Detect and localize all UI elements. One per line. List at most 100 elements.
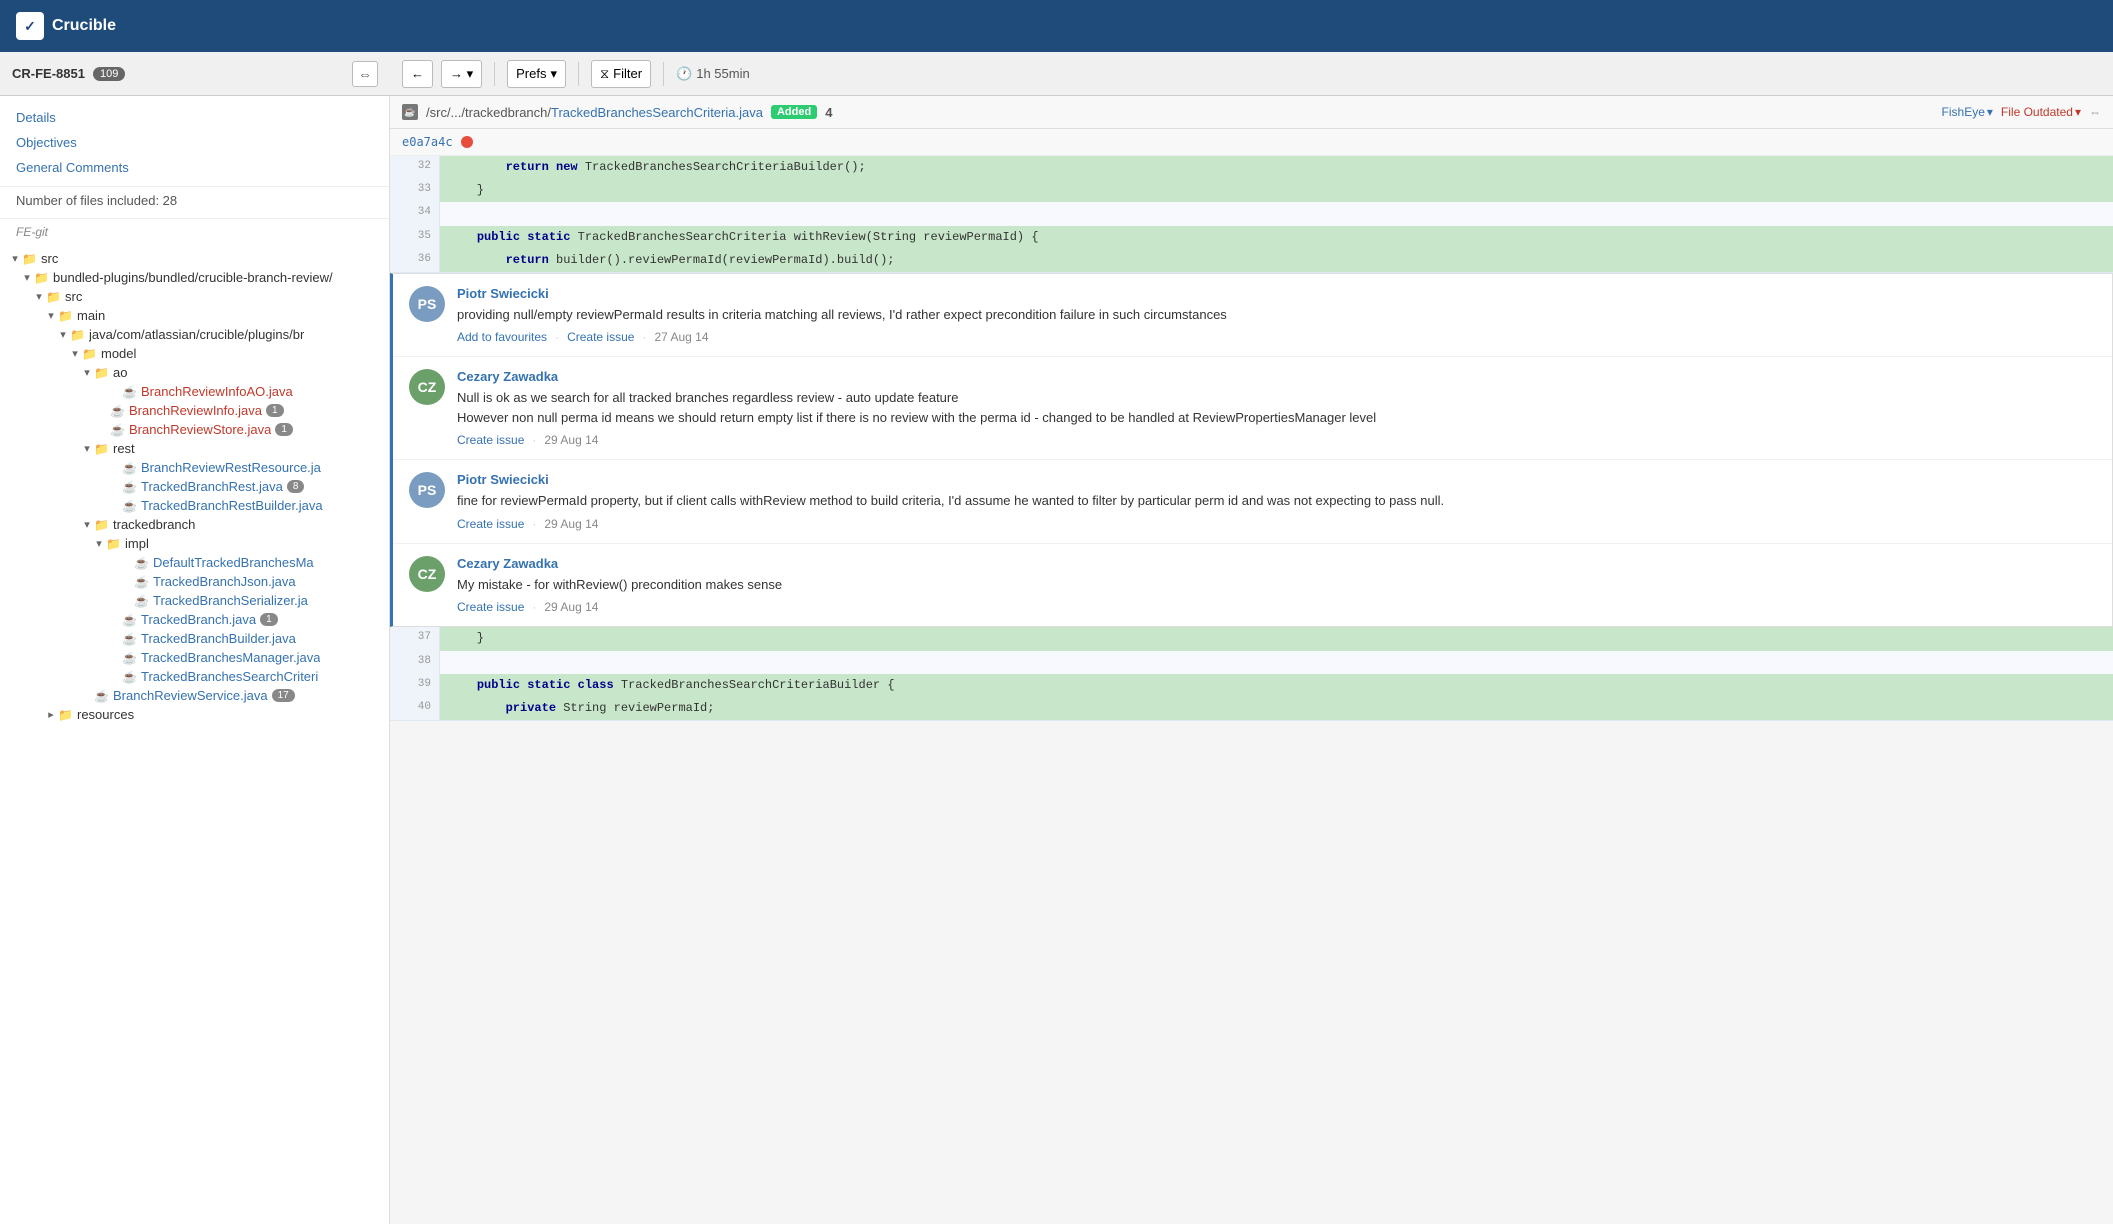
tree-label: bundled-plugins/bundled/crucible-branch-… (53, 270, 333, 285)
line-num: 34 (390, 202, 440, 225)
line-num: 36 (390, 249, 440, 272)
tree-item-branchreviewinfo[interactable]: ☕ BranchReviewInfo.java 1 (0, 401, 389, 420)
compare-button[interactable]: ⇔ (2089, 105, 2101, 119)
tree-item-rest[interactable]: ▾ 📁 rest (0, 439, 389, 458)
file-actions: FishEye ▾ File Outdated ▾ ⇔ (1942, 105, 2101, 119)
avatar: PS (409, 472, 445, 508)
comment-actions: Create issue · 29 Aug 14 (457, 600, 2096, 614)
folder-icon: 📁 (106, 537, 122, 551)
comment-actions: Create issue · 29 Aug 14 (457, 517, 2096, 531)
tree-label: TrackedBranchRest.java (141, 479, 283, 494)
line-num: 35 (390, 226, 440, 249)
comment-author: Cezary Zawadka (457, 369, 2096, 384)
tree-label: ao (113, 365, 127, 380)
tree-label: TrackedBranchJson.java (153, 574, 296, 589)
tree-label: trackedbranch (113, 517, 195, 532)
code-line-37: 37 } (390, 627, 2113, 650)
java-file-icon: ☕ (122, 632, 138, 646)
folder-icon: 📁 (94, 518, 110, 532)
repo-label: FE-git (0, 219, 389, 245)
prefs-label: Prefs (516, 66, 546, 81)
file-header: ☕ /src/.../trackedbranch/TrackedBranches… (390, 96, 2113, 129)
line-num: 39 (390, 674, 440, 697)
folder-icon: 📁 (22, 252, 38, 266)
added-badge: Added (771, 105, 817, 119)
tree-item-trackedbranchesmanager[interactable]: ☕ TrackedBranchesManager.java (0, 648, 389, 667)
time-value: 1h 55min (696, 66, 749, 81)
java-file-icon: ☕ (110, 423, 126, 437)
create-issue-link[interactable]: Create issue (567, 330, 634, 344)
app-logo: ✓ Crucible (16, 12, 116, 40)
left-sidebar: Details Objectives General Comments Numb… (0, 96, 390, 1224)
tree-item-branchreviewservice[interactable]: ☕ BranchReviewService.java 17 (0, 686, 389, 705)
nav-objectives[interactable]: Objectives (16, 131, 373, 156)
tree-item-defaulttracked[interactable]: ☕ DefaultTrackedBranchesMa (0, 553, 389, 572)
logo-icon: ✓ (16, 12, 44, 40)
tree-item-src2[interactable]: ▾ 📁 src (0, 287, 389, 306)
file-badge: 1 (275, 423, 293, 436)
prefs-button[interactable]: Prefs ▾ (507, 60, 566, 88)
tree-item-trackedbranchbuilder[interactable]: ☕ TrackedBranchBuilder.java (0, 629, 389, 648)
tree-item-trackedbranchserial[interactable]: ☕ TrackedBranchSerializer.ja (0, 591, 389, 610)
avatar: CZ (409, 556, 445, 592)
file-outdated-button[interactable]: File Outdated ▾ (2001, 105, 2081, 119)
nav-details[interactable]: Details (16, 106, 373, 131)
tree-item-model[interactable]: ▾ 📁 model (0, 344, 389, 363)
create-issue-link[interactable]: Create issue (457, 517, 524, 531)
tree-label: main (77, 308, 105, 323)
tree-label: TrackedBranchBuilder.java (141, 631, 296, 646)
tree-label: BranchReviewRestResource.ja (141, 460, 321, 475)
prefs-dropdown-icon: ▾ (550, 66, 557, 82)
tree-label: DefaultTrackedBranchesMa (153, 555, 314, 570)
nav-general-comments[interactable]: General Comments (16, 156, 373, 181)
tree-item-branchreviewrest[interactable]: ☕ BranchReviewRestResource.ja (0, 458, 389, 477)
tree-item-branchreviewinfoao[interactable]: ☕ BranchReviewInfoAO.java (0, 382, 389, 401)
tree-item-trackedbranchjson[interactable]: ☕ TrackedBranchJson.java (0, 572, 389, 591)
toolbar-separator-2 (578, 62, 579, 86)
tree-item-java[interactable]: ▾ 📁 java/com/atlassian/crucible/plugins/… (0, 325, 389, 344)
code-line-35: 35 public static TrackedBranchesSearchCr… (390, 226, 2113, 249)
create-issue-link[interactable]: Create issue (457, 600, 524, 614)
file-type-icon: ☕ (402, 104, 418, 120)
comment-body: Cezary Zawadka Null is ok as we search f… (457, 369, 2096, 447)
add-to-favourites-link[interactable]: Add to favourites (457, 330, 547, 344)
tree-item-src[interactable]: ▾ 📁 src (0, 249, 389, 268)
nav-forward-button[interactable]: → ▾ (441, 60, 482, 88)
line-content: return new TrackedBranchesSearchCriteria… (440, 156, 2113, 179)
tree-item-trackedbranch[interactable]: ▾ 📁 trackedbranch (0, 515, 389, 534)
filter-label: Filter (613, 66, 642, 81)
tree-item-trackedbranchclass[interactable]: ☕ TrackedBranch.java 1 (0, 610, 389, 629)
java-file-icon: ☕ (122, 613, 138, 627)
tree-label: BranchReviewInfo.java (129, 403, 262, 418)
comment-date: 29 Aug 14 (544, 433, 598, 447)
folder-icon: 📁 (34, 271, 50, 285)
code-line-39: 39 public static class TrackedBranchesSe… (390, 674, 2113, 697)
nav-back-button[interactable]: ← (402, 60, 433, 88)
fisheye-button[interactable]: FishEye ▾ (1942, 105, 1993, 119)
clock-icon: 🕐 (676, 66, 692, 82)
tree-item-impl[interactable]: ▾ 📁 impl (0, 534, 389, 553)
tree-label: TrackedBranch.java (141, 612, 256, 627)
java-file-icon: ☕ (134, 556, 150, 570)
file-badge: 1 (260, 613, 278, 626)
filter-button[interactable]: ⧖ Filter (591, 60, 651, 88)
tree-item-resources[interactable]: ▸ 📁 resources (0, 705, 389, 724)
tree-item-trackedbranchrestbuilder[interactable]: ☕ TrackedBranchRestBuilder.java (0, 496, 389, 515)
comment-author: Piotr Swiecicki (457, 286, 2096, 301)
tree-item-ao[interactable]: ▾ 📁 ao (0, 363, 389, 382)
line-num: 37 (390, 627, 440, 650)
tree-label: BranchReviewService.java (113, 688, 268, 703)
comment-date: 29 Aug 14 (544, 600, 598, 614)
tree-item-bundled[interactable]: ▾ 📁 bundled-plugins/bundled/crucible-bra… (0, 268, 389, 287)
java-file-icon: ☕ (94, 689, 110, 703)
create-issue-link[interactable]: Create issue (457, 433, 524, 447)
tree-item-trackedbranchessearch[interactable]: ☕ TrackedBranchesSearchCriteri (0, 667, 389, 686)
tree-item-main[interactable]: ▾ 📁 main (0, 306, 389, 325)
tree-item-branchreviewstore[interactable]: ☕ BranchReviewStore.java 1 (0, 420, 389, 439)
commit-dot (461, 136, 473, 148)
expand-button[interactable]: ⇔ (352, 61, 378, 87)
line-num: 40 (390, 697, 440, 720)
tree-item-trackedbranchrest[interactable]: ☕ TrackedBranchRest.java 8 (0, 477, 389, 496)
commit-hash-link[interactable]: e0a7a4c (402, 135, 453, 149)
chevron-down-icon: ▾ (80, 518, 94, 531)
